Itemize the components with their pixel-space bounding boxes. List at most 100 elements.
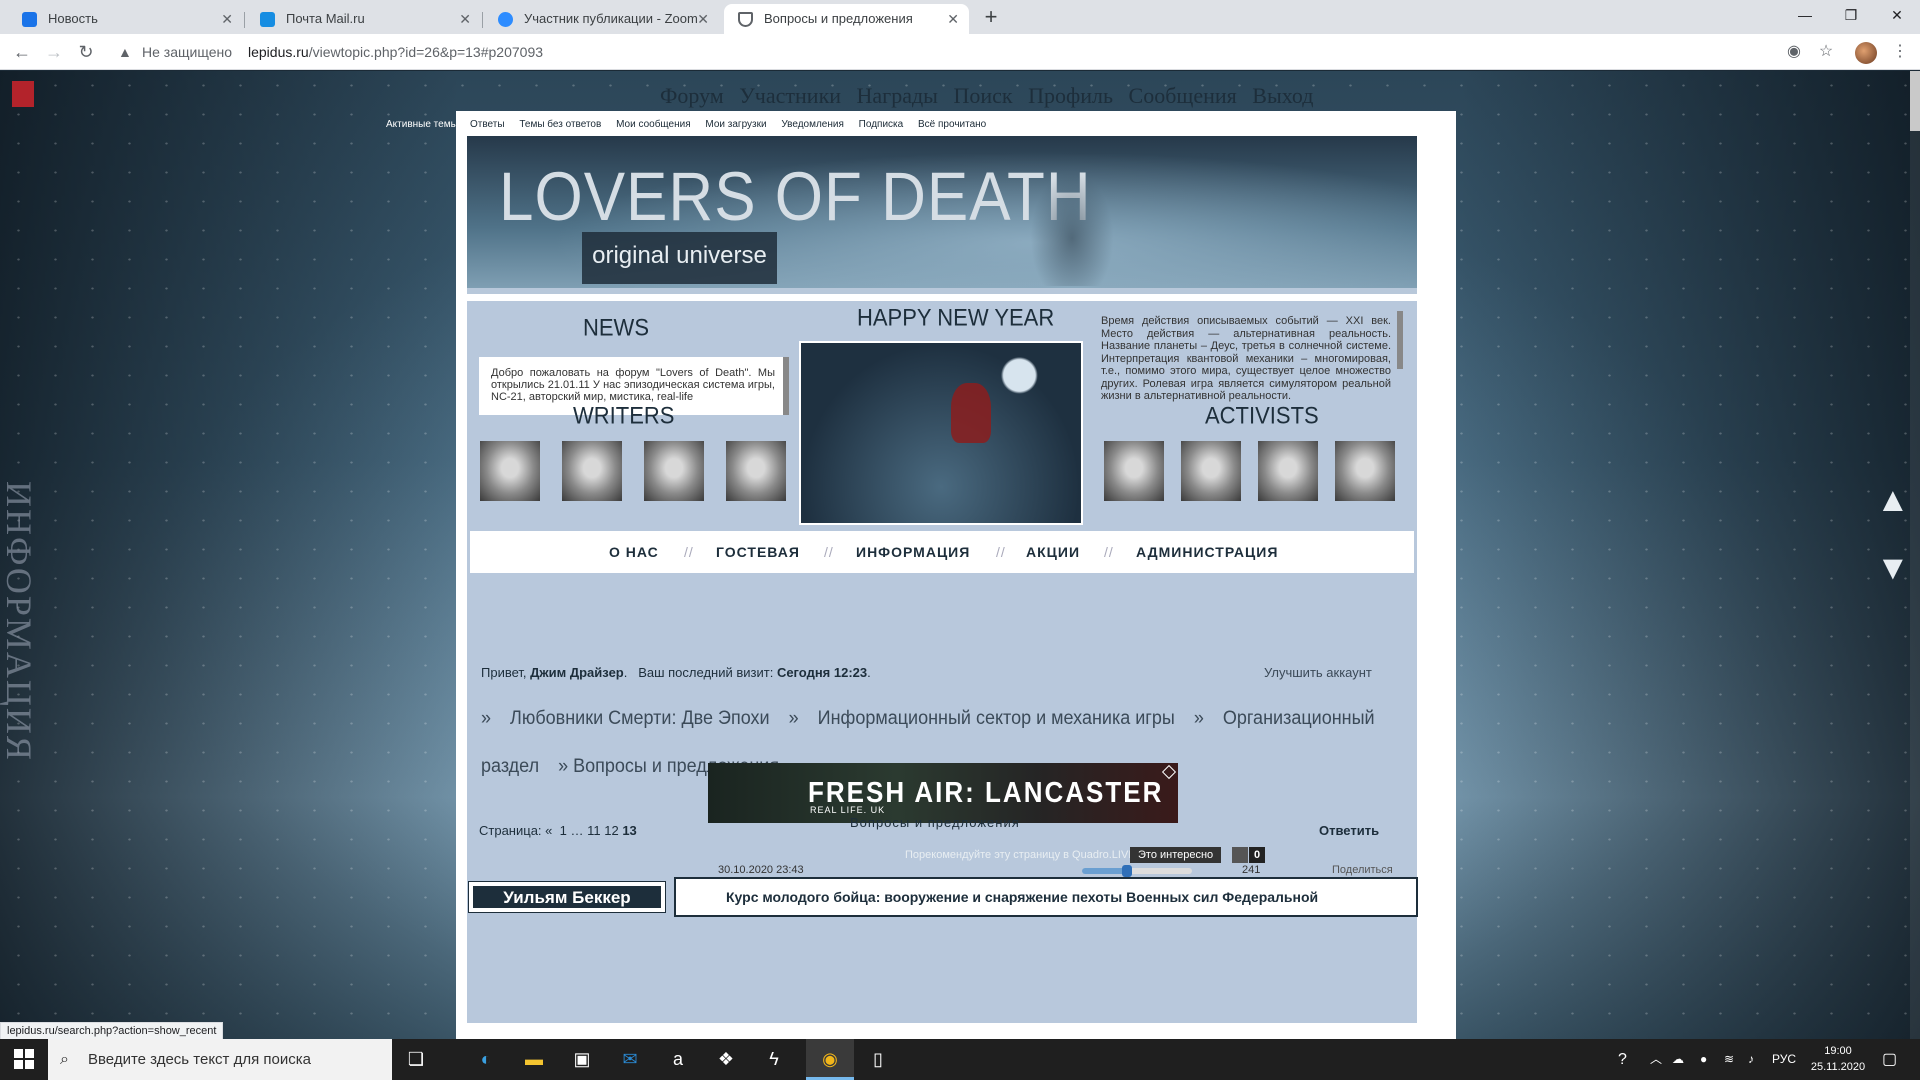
cloud-icon[interactable]: ☁ <box>1672 1039 1684 1080</box>
close-icon[interactable]: ✕ <box>947 4 959 34</box>
scroll-down-arrow-icon[interactable]: ▼ <box>1876 549 1910 588</box>
close-window-button[interactable]: ✕ <box>1874 0 1920 34</box>
breadcrumb-info-sector[interactable]: Информационный сектор и механика игры <box>818 706 1175 728</box>
ad-diamond-icon[interactable] <box>1161 764 1177 780</box>
username[interactable]: Джим Драйзер <box>530 665 624 680</box>
rating-slider-track[interactable] <box>1082 865 1192 877</box>
menu-forum[interactable]: Форум <box>660 83 724 108</box>
mail-icon[interactable]: ✉ <box>606 1039 654 1080</box>
help-icon[interactable]: ? <box>1618 1039 1627 1080</box>
file-explorer-icon[interactable]: ▬ <box>510 1039 558 1080</box>
notepad-icon[interactable]: ▯ <box>854 1039 902 1080</box>
share-link[interactable]: Поделиться <box>1332 864 1393 876</box>
app-bolt-icon[interactable]: ϟ <box>750 1039 798 1080</box>
wifi-icon[interactable]: ≋ <box>1724 1039 1734 1080</box>
page-scrollbar[interactable] <box>1910 71 1920 1039</box>
tab-zoom[interactable]: Участник публикации - Zoom ✕ <box>484 4 719 34</box>
writer-avatar[interactable] <box>726 441 786 501</box>
sublink-subscription[interactable]: Подписка <box>859 119 904 130</box>
task-view-icon[interactable]: ❏ <box>392 1039 440 1080</box>
bookmark-star-icon[interactable]: ☆ <box>1812 38 1840 66</box>
reply-button[interactable]: Ответить <box>1319 823 1379 838</box>
nav-promotions[interactable]: АКЦИИ <box>1026 531 1080 573</box>
page-link[interactable]: 1 <box>560 823 567 838</box>
tab-mail[interactable]: Почта Mail.ru ✕ <box>246 4 481 34</box>
menu-members[interactable]: Участники <box>739 83 841 108</box>
menu-logout[interactable]: Выход <box>1252 83 1313 108</box>
menu-search[interactable]: Поиск <box>953 83 1012 108</box>
store-icon[interactable]: ▣ <box>558 1039 606 1080</box>
news-scrollbar[interactable] <box>783 357 789 415</box>
page-link[interactable]: 11 <box>587 823 601 838</box>
sublink-mark-read[interactable]: Всё прочитано <box>918 119 986 130</box>
sublink-my-uploads[interactable]: Мои загрузки <box>705 119 766 130</box>
warning-triangle-icon[interactable]: ▲ <box>118 38 132 66</box>
activist-avatar[interactable] <box>1181 441 1241 501</box>
site-banner[interactable]: LOVERS OF DEATH original universe <box>467 136 1417 294</box>
reload-icon[interactable]: ↻ <box>72 38 100 66</box>
back-arrow-icon[interactable]: ← <box>8 38 36 66</box>
dropbox-icon[interactable]: ❖ <box>702 1039 750 1080</box>
site-bookmark-icon[interactable] <box>12 81 34 107</box>
menu-kebab-icon[interactable]: ⋮ <box>1886 38 1914 66</box>
post-views: 241 <box>1242 864 1261 876</box>
active-topics-link[interactable]: Активные темы <box>386 119 458 130</box>
tab-news[interactable]: Новость ✕ <box>8 4 243 34</box>
info-scrollbar[interactable] <box>1397 311 1403 369</box>
new-tab-button[interactable]: + <box>977 4 1005 32</box>
close-icon[interactable]: ✕ <box>459 4 471 34</box>
close-icon[interactable]: ✕ <box>221 4 233 34</box>
chrome-icon[interactable]: ◉ <box>806 1039 854 1080</box>
menu-awards[interactable]: Награды <box>857 83 938 108</box>
minimize-button[interactable]: — <box>1782 0 1828 34</box>
volume-icon[interactable]: ♪ <box>1748 1039 1754 1080</box>
tray-chevron-up-icon[interactable]: ︿ <box>1650 1039 1662 1080</box>
writer-avatar[interactable] <box>644 441 704 501</box>
scroll-up-arrow-icon[interactable]: ▲ <box>1876 481 1910 520</box>
address-bar[interactable]: ▲ Не защищено lepidus.ru/viewtopic.php?i… <box>108 38 1838 66</box>
post-author-name[interactable]: Уильям Беккер <box>468 881 666 913</box>
side-info-label[interactable]: ИНФОРМАЦИЯ <box>0 481 40 762</box>
activist-avatar[interactable] <box>1335 441 1395 501</box>
nav-administration[interactable]: АДМИНИСТРАЦИЯ <box>1136 531 1278 573</box>
page-scrollbar-thumb[interactable] <box>1910 71 1920 131</box>
share-recommend-text[interactable]: Порекомендуйте эту страницу в Quadro.LIV… <box>905 848 1136 862</box>
nav-information[interactable]: ИНФОРМАЦИЯ <box>856 531 970 573</box>
nav-guestbook[interactable]: ГОСТЕВАЯ <box>716 531 800 573</box>
nav-about[interactable]: О НАС <box>609 531 659 573</box>
edge-icon[interactable]: ◐ <box>462 1039 510 1080</box>
sublink-replies[interactable]: Ответы <box>470 119 505 130</box>
security-label[interactable]: Не защищено <box>142 38 232 66</box>
taskbar-search-input[interactable]: ⌕ Введите здесь текст для поиска <box>48 1039 392 1080</box>
breadcrumb-forum-root[interactable]: Любовники Смерти: Две Эпохи <box>510 706 770 728</box>
writer-avatar[interactable] <box>562 441 622 501</box>
activist-avatar[interactable] <box>1104 441 1164 501</box>
upgrade-account-link[interactable]: Улучшить аккаунт <box>1264 665 1372 680</box>
url-text[interactable]: lepidus.ru/viewtopic.php?id=26&p=13#p207… <box>248 38 543 66</box>
notifications-icon[interactable]: ▢ <box>1882 1039 1897 1080</box>
tracking-eye-off-icon[interactable]: ◉ <box>1780 38 1808 66</box>
menu-messages[interactable]: Сообщения <box>1129 83 1237 108</box>
share-quadro-icon[interactable] <box>1232 847 1248 863</box>
page-link[interactable]: 12 <box>604 823 618 838</box>
sublink-unanswered[interactable]: Темы без ответов <box>519 119 601 130</box>
sublink-notifications[interactable]: Уведомления <box>781 119 844 130</box>
tab-active-forum[interactable]: Вопросы и предложения ✕ <box>724 4 969 34</box>
close-icon[interactable]: ✕ <box>697 4 709 34</box>
menu-profile[interactable]: Профиль <box>1028 83 1113 108</box>
share-interesting-button[interactable]: Это интересно <box>1130 847 1222 863</box>
rating-slider-handle[interactable] <box>1122 865 1132 877</box>
forward-arrow-icon[interactable]: → <box>40 38 68 66</box>
writer-avatar[interactable] <box>480 441 540 501</box>
sublink-my-posts[interactable]: Мои сообщения <box>616 119 691 130</box>
windows-start-icon[interactable] <box>14 1049 34 1069</box>
maximize-button[interactable]: ❐ <box>1828 0 1874 34</box>
microphone-icon[interactable]: ● <box>1700 1039 1707 1080</box>
activist-avatar[interactable] <box>1258 441 1318 501</box>
language-indicator[interactable]: РУС <box>1772 1039 1796 1080</box>
taskbar-clock[interactable]: 19:00 25.11.2020 <box>1808 1043 1868 1075</box>
ad-banner-lancaster[interactable]: FRESH AIR: LANCASTER REAL LIFE. UK <box>708 763 1178 823</box>
profile-avatar[interactable] <box>1855 42 1877 64</box>
amazon-icon[interactable]: a <box>654 1039 702 1080</box>
page-prev[interactable]: « <box>545 823 552 838</box>
